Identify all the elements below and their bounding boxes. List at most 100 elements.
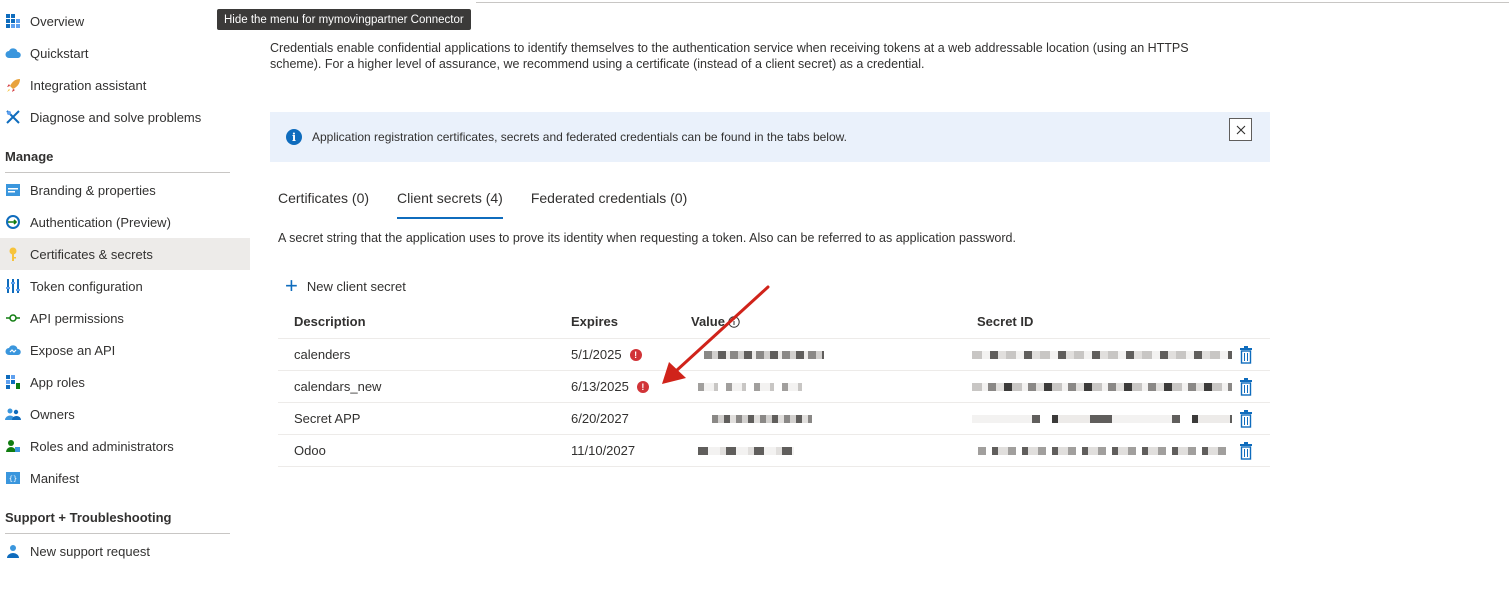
column-header-value-label: Value <box>691 314 725 329</box>
expired-warning-icon: ! <box>629 348 642 361</box>
rocket-icon <box>5 77 21 93</box>
sidebar-item-branding[interactable]: Branding & properties <box>0 174 250 206</box>
token-config-icon <box>5 278 21 294</box>
new-client-secret-label: New client secret <box>306 278 406 294</box>
masked-secret-value <box>704 351 824 359</box>
info-circle-icon[interactable] <box>728 315 740 328</box>
sidebar-item-label: Authentication (Preview) <box>30 214 171 230</box>
sidebar-nav: Overview Quickstart Integration assistan… <box>0 0 252 602</box>
manifest-icon: {} <box>5 470 21 486</box>
client-secrets-description: A secret string that the application use… <box>278 231 1016 245</box>
api-permissions-icon <box>5 310 21 326</box>
sidebar-item-token-configuration[interactable]: Token configuration <box>0 270 250 302</box>
key-icon <box>5 246 21 262</box>
sidebar-item-new-support-request[interactable]: New support request <box>0 535 250 567</box>
sidebar-item-label: Manifest <box>30 470 80 486</box>
sidebar-item-label: Owners <box>30 406 75 422</box>
section-heading-support: Support + Troubleshooting <box>5 510 172 525</box>
section-divider <box>5 172 230 173</box>
secret-description: calendars_new <box>294 379 382 394</box>
wrench-icon <box>5 109 21 125</box>
sidebar-item-certificates-secrets[interactable]: Certificates & secrets <box>0 238 250 270</box>
sidebar-item-owners[interactable]: Owners <box>0 398 250 430</box>
masked-secret-id <box>972 383 1232 391</box>
plus-icon: + <box>285 273 298 298</box>
svg-text:{}: {} <box>9 475 17 483</box>
column-header-secret-id[interactable]: Secret ID <box>977 314 1033 329</box>
info-icon: i <box>286 129 302 145</box>
expose-api-cloud-icon <box>5 342 21 358</box>
secret-expires: 6/20/2027 <box>571 411 629 426</box>
column-header-description[interactable]: Description <box>294 314 366 329</box>
tab-certificates[interactable]: Certificates (0) <box>278 190 369 216</box>
new-client-secret-button[interactable]: + New client secret <box>285 273 406 298</box>
sidebar-item-expose-api[interactable]: Expose an API <box>0 334 250 366</box>
table-row: Odoo 11/10/2027 <box>278 435 1270 467</box>
sidebar-item-quickstart[interactable]: Quickstart <box>0 37 250 69</box>
roles-admin-icon <box>5 438 21 454</box>
sidebar-item-label: Branding & properties <box>30 182 156 198</box>
masked-secret-id <box>978 447 1232 455</box>
secret-description: Odoo <box>294 443 326 458</box>
table-row: Secret APP 6/20/2027 <box>278 403 1270 435</box>
delete-secret-trash-icon[interactable] <box>1239 442 1253 460</box>
sidebar-item-label: Certificates & secrets <box>30 246 153 262</box>
column-header-expires[interactable]: Expires <box>571 314 618 329</box>
masked-secret-id <box>972 351 1232 359</box>
owners-icon <box>5 406 21 422</box>
sidebar-item-api-permissions[interactable]: API permissions <box>0 302 250 334</box>
sidebar-item-label: Diagnose and solve problems <box>30 109 202 125</box>
masked-secret-id <box>972 415 1232 423</box>
secret-expires-date: 6/13/2025 <box>571 379 629 394</box>
branding-icon <box>5 182 21 198</box>
sidebar-item-label: Quickstart <box>30 45 89 61</box>
delete-secret-trash-icon[interactable] <box>1239 378 1253 396</box>
column-header-value[interactable]: Value <box>691 314 740 329</box>
sidebar-item-label: Integration assistant <box>30 77 147 93</box>
close-banner-button[interactable] <box>1229 118 1252 141</box>
secret-expires: 6/13/2025 ! <box>571 379 649 394</box>
masked-secret-value <box>698 447 794 455</box>
sidebar-item-integration-assistant[interactable]: Integration assistant <box>0 69 250 101</box>
table-row: calenders 5/1/2025 ! <box>278 339 1270 371</box>
tab-client-secrets[interactable]: Client secrets (4) <box>397 190 503 219</box>
secret-description: Secret APP <box>294 411 361 426</box>
section-divider <box>5 533 230 534</box>
section-heading-manage: Manage <box>5 149 54 164</box>
sidebar-item-label: API permissions <box>30 310 124 326</box>
masked-secret-value <box>698 383 810 391</box>
sidebar-item-authentication[interactable]: Authentication (Preview) <box>0 206 250 238</box>
secret-expires-date: 5/1/2025 <box>571 347 622 362</box>
secret-expires-date: 11/10/2027 <box>571 443 636 458</box>
header-divider <box>476 2 1509 3</box>
app-roles-grid-icon <box>5 374 21 390</box>
quickstart-cloud-icon <box>5 45 21 61</box>
secret-expires-date: 6/20/2027 <box>571 411 629 426</box>
info-banner-text: Application registration certificates, s… <box>312 130 847 144</box>
sidebar-item-roles-administrators[interactable]: Roles and administrators <box>0 430 250 462</box>
sidebar-item-label: Roles and administrators <box>30 438 174 454</box>
sidebar-item-label: Overview <box>30 13 85 29</box>
credentials-tabs: Certificates (0) Client secrets (4) Fede… <box>278 190 715 219</box>
sidebar-item-app-roles[interactable]: App roles <box>0 366 250 398</box>
tab-federated-credentials[interactable]: Federated credentials (0) <box>531 190 687 216</box>
overview-grid-icon <box>5 13 21 29</box>
masked-secret-value <box>712 415 812 423</box>
credentials-description: Credentials enable confidential applicat… <box>270 41 1189 71</box>
secret-description: calenders <box>294 347 351 362</box>
sidebar-item-manifest[interactable]: {} Manifest <box>0 462 250 494</box>
secret-expires: 11/10/2027 <box>571 443 635 458</box>
sidebar-item-label: Expose an API <box>30 342 116 358</box>
sidebar-item-diagnose[interactable]: Diagnose and solve problems <box>0 101 250 133</box>
delete-secret-trash-icon[interactable] <box>1239 346 1253 364</box>
delete-secret-trash-icon[interactable] <box>1239 410 1253 428</box>
sidebar-item-label: Token configuration <box>30 278 143 294</box>
expired-warning-icon: ! <box>636 380 649 393</box>
sidebar-item-overview[interactable]: Overview <box>0 5 250 37</box>
support-person-icon <box>5 543 21 559</box>
sidebar-item-label: New support request <box>30 543 150 559</box>
close-icon <box>1236 125 1245 134</box>
hide-menu-tooltip: Hide the menu for mymovingpartner Connec… <box>217 9 471 30</box>
sidebar-item-label: App roles <box>30 374 85 390</box>
info-banner: i Application registration certificates,… <box>270 112 1270 162</box>
